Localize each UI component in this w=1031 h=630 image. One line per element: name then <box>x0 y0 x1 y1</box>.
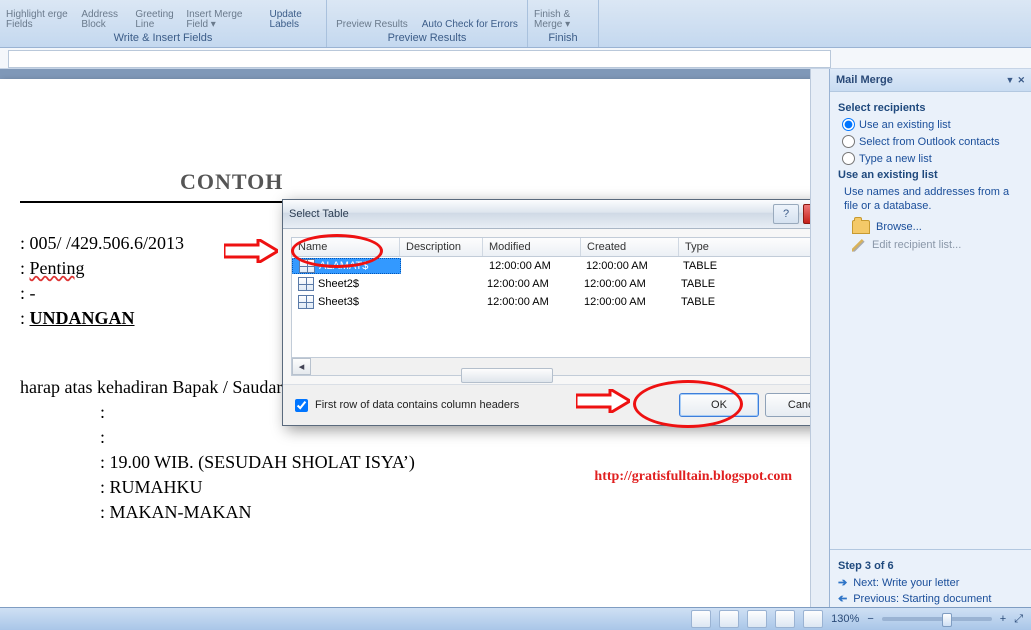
step-label: Step 3 of 6 <box>838 560 1023 572</box>
doc-title: CONTOH <box>180 169 800 195</box>
table-header-row[interactable]: Name Description Modified Created Type <box>291 237 810 257</box>
ribbon-insert-merge-field[interactable]: Insert Merge Field ▾ <box>186 10 255 30</box>
view-outline-button[interactable] <box>775 610 795 628</box>
ribbon: Highlight erge Fields Address Block Gree… <box>0 0 1031 48</box>
ruler[interactable] <box>0 48 1031 69</box>
table-list[interactable]: ALAMAT$ 12:00:00 AM 12:00:00 AM TABLE Sh… <box>291 257 810 358</box>
table-row[interactable]: ALAMAT$ 12:00:00 AM 12:00:00 AM TABLE <box>292 257 810 275</box>
vertical-scrollbar[interactable] <box>810 69 829 614</box>
ribbon-highlight-merge-fields[interactable]: Highlight erge Fields <box>6 10 77 30</box>
table-row[interactable]: Sheet3$ 12:00:00 AM 12:00:00 AM TABLE <box>292 293 810 311</box>
dialog-close-button[interactable]: X <box>803 204 810 224</box>
table-icon <box>298 295 314 309</box>
taskpane-menu-icon[interactable]: ▼ <box>1005 75 1014 85</box>
table-icon <box>299 259 315 273</box>
zoom-in-button[interactable]: + <box>1000 613 1006 625</box>
browse-link[interactable]: Browse... <box>852 220 1023 234</box>
arrow-right-icon: ➔ <box>838 576 847 589</box>
taskpane-close-icon[interactable]: ✕ <box>1017 75 1025 86</box>
table-icon <box>298 277 314 291</box>
folder-icon <box>852 220 870 234</box>
cancel-button[interactable]: Cancel <box>765 393 810 417</box>
ribbon-group-label: Preview Results <box>388 30 467 47</box>
pencil-icon <box>852 238 866 252</box>
view-web-button[interactable] <box>747 610 767 628</box>
zoom-slider[interactable] <box>882 617 992 621</box>
next-step-link[interactable]: ➔Next: Write your letter <box>838 576 1023 589</box>
section-select-recipients: Select recipients <box>838 102 1023 114</box>
mail-merge-pane: Mail Merge ▼ ✕ Select recipients Use an … <box>829 69 1031 614</box>
radio-outlook-contacts[interactable]: Select from Outlook contacts <box>842 135 1023 148</box>
horizontal-scrollbar[interactable]: ◂ ▸ <box>291 358 810 376</box>
doc-body-line: : <box>100 427 800 448</box>
ok-button[interactable]: OK <box>679 393 759 417</box>
doc-body-line: : MAKAN-MAKAN <box>100 502 800 523</box>
edit-recipient-list-link[interactable]: Edit recipient list... <box>852 238 1023 252</box>
fullscreen-toggle[interactable]: ⤢ <box>1014 613 1023 626</box>
scroll-thumb[interactable] <box>461 368 553 383</box>
table-row[interactable]: Sheet2$ 12:00:00 AM 12:00:00 AM TABLE <box>292 275 810 293</box>
view-print-layout-button[interactable] <box>691 610 711 628</box>
section-use-existing: Use an existing list <box>838 169 1023 181</box>
col-name[interactable]: Name <box>292 238 400 256</box>
dialog-titlebar[interactable]: Select Table ? X <box>283 200 810 229</box>
ribbon-finish-merge[interactable]: Finish & Merge ▾ <box>534 10 592 30</box>
zoom-level[interactable]: 130% <box>831 613 859 625</box>
ribbon-preview-results[interactable]: Preview Results <box>336 20 408 30</box>
taskpane-header[interactable]: Mail Merge ▼ ✕ <box>830 69 1031 92</box>
dialog-title-text: Select Table <box>289 208 773 220</box>
ribbon-auto-check-errors[interactable]: Auto Check for Errors <box>422 20 518 30</box>
watermark-link[interactable]: http://gratisfulltain.blogspot.com <box>594 469 792 485</box>
section-description: Use names and addresses from a file or a… <box>844 185 1023 214</box>
first-row-headers-checkbox[interactable]: First row of data contains column header… <box>291 396 673 415</box>
zoom-out-button[interactable]: − <box>867 613 873 625</box>
ribbon-group-label: Finish <box>548 30 577 47</box>
document-area[interactable]: CONTOH : 005/ /429.506.6/2013 : Penting … <box>0 69 810 614</box>
previous-step-link[interactable]: ➔Previous: Starting document <box>838 592 1023 605</box>
ribbon-update-labels[interactable]: Update Labels <box>270 10 320 30</box>
view-draft-button[interactable] <box>803 610 823 628</box>
status-bar: 130% − + ⤢ <box>0 607 1031 630</box>
col-description[interactable]: Description <box>400 238 483 256</box>
col-modified[interactable]: Modified <box>483 238 581 256</box>
view-fullscreen-button[interactable] <box>719 610 739 628</box>
radio-type-new-list[interactable]: Type a new list <box>842 152 1023 165</box>
ribbon-address-block[interactable]: Address Block <box>81 10 131 30</box>
col-type[interactable]: Type <box>679 238 810 256</box>
scroll-left-button[interactable]: ◂ <box>292 358 311 375</box>
dialog-help-button[interactable]: ? <box>773 204 799 224</box>
ribbon-group-label: Write & Insert Fields <box>114 30 213 47</box>
taskpane-title: Mail Merge <box>836 74 893 86</box>
radio-existing-list[interactable]: Use an existing list <box>842 118 1023 131</box>
arrow-left-icon: ➔ <box>838 592 847 605</box>
first-row-headers-input[interactable] <box>295 399 308 412</box>
ribbon-greeting-line[interactable]: Greeting Line <box>135 10 182 30</box>
col-created[interactable]: Created <box>581 238 679 256</box>
select-table-dialog: Select Table ? X Name Description Modifi… <box>282 199 810 426</box>
